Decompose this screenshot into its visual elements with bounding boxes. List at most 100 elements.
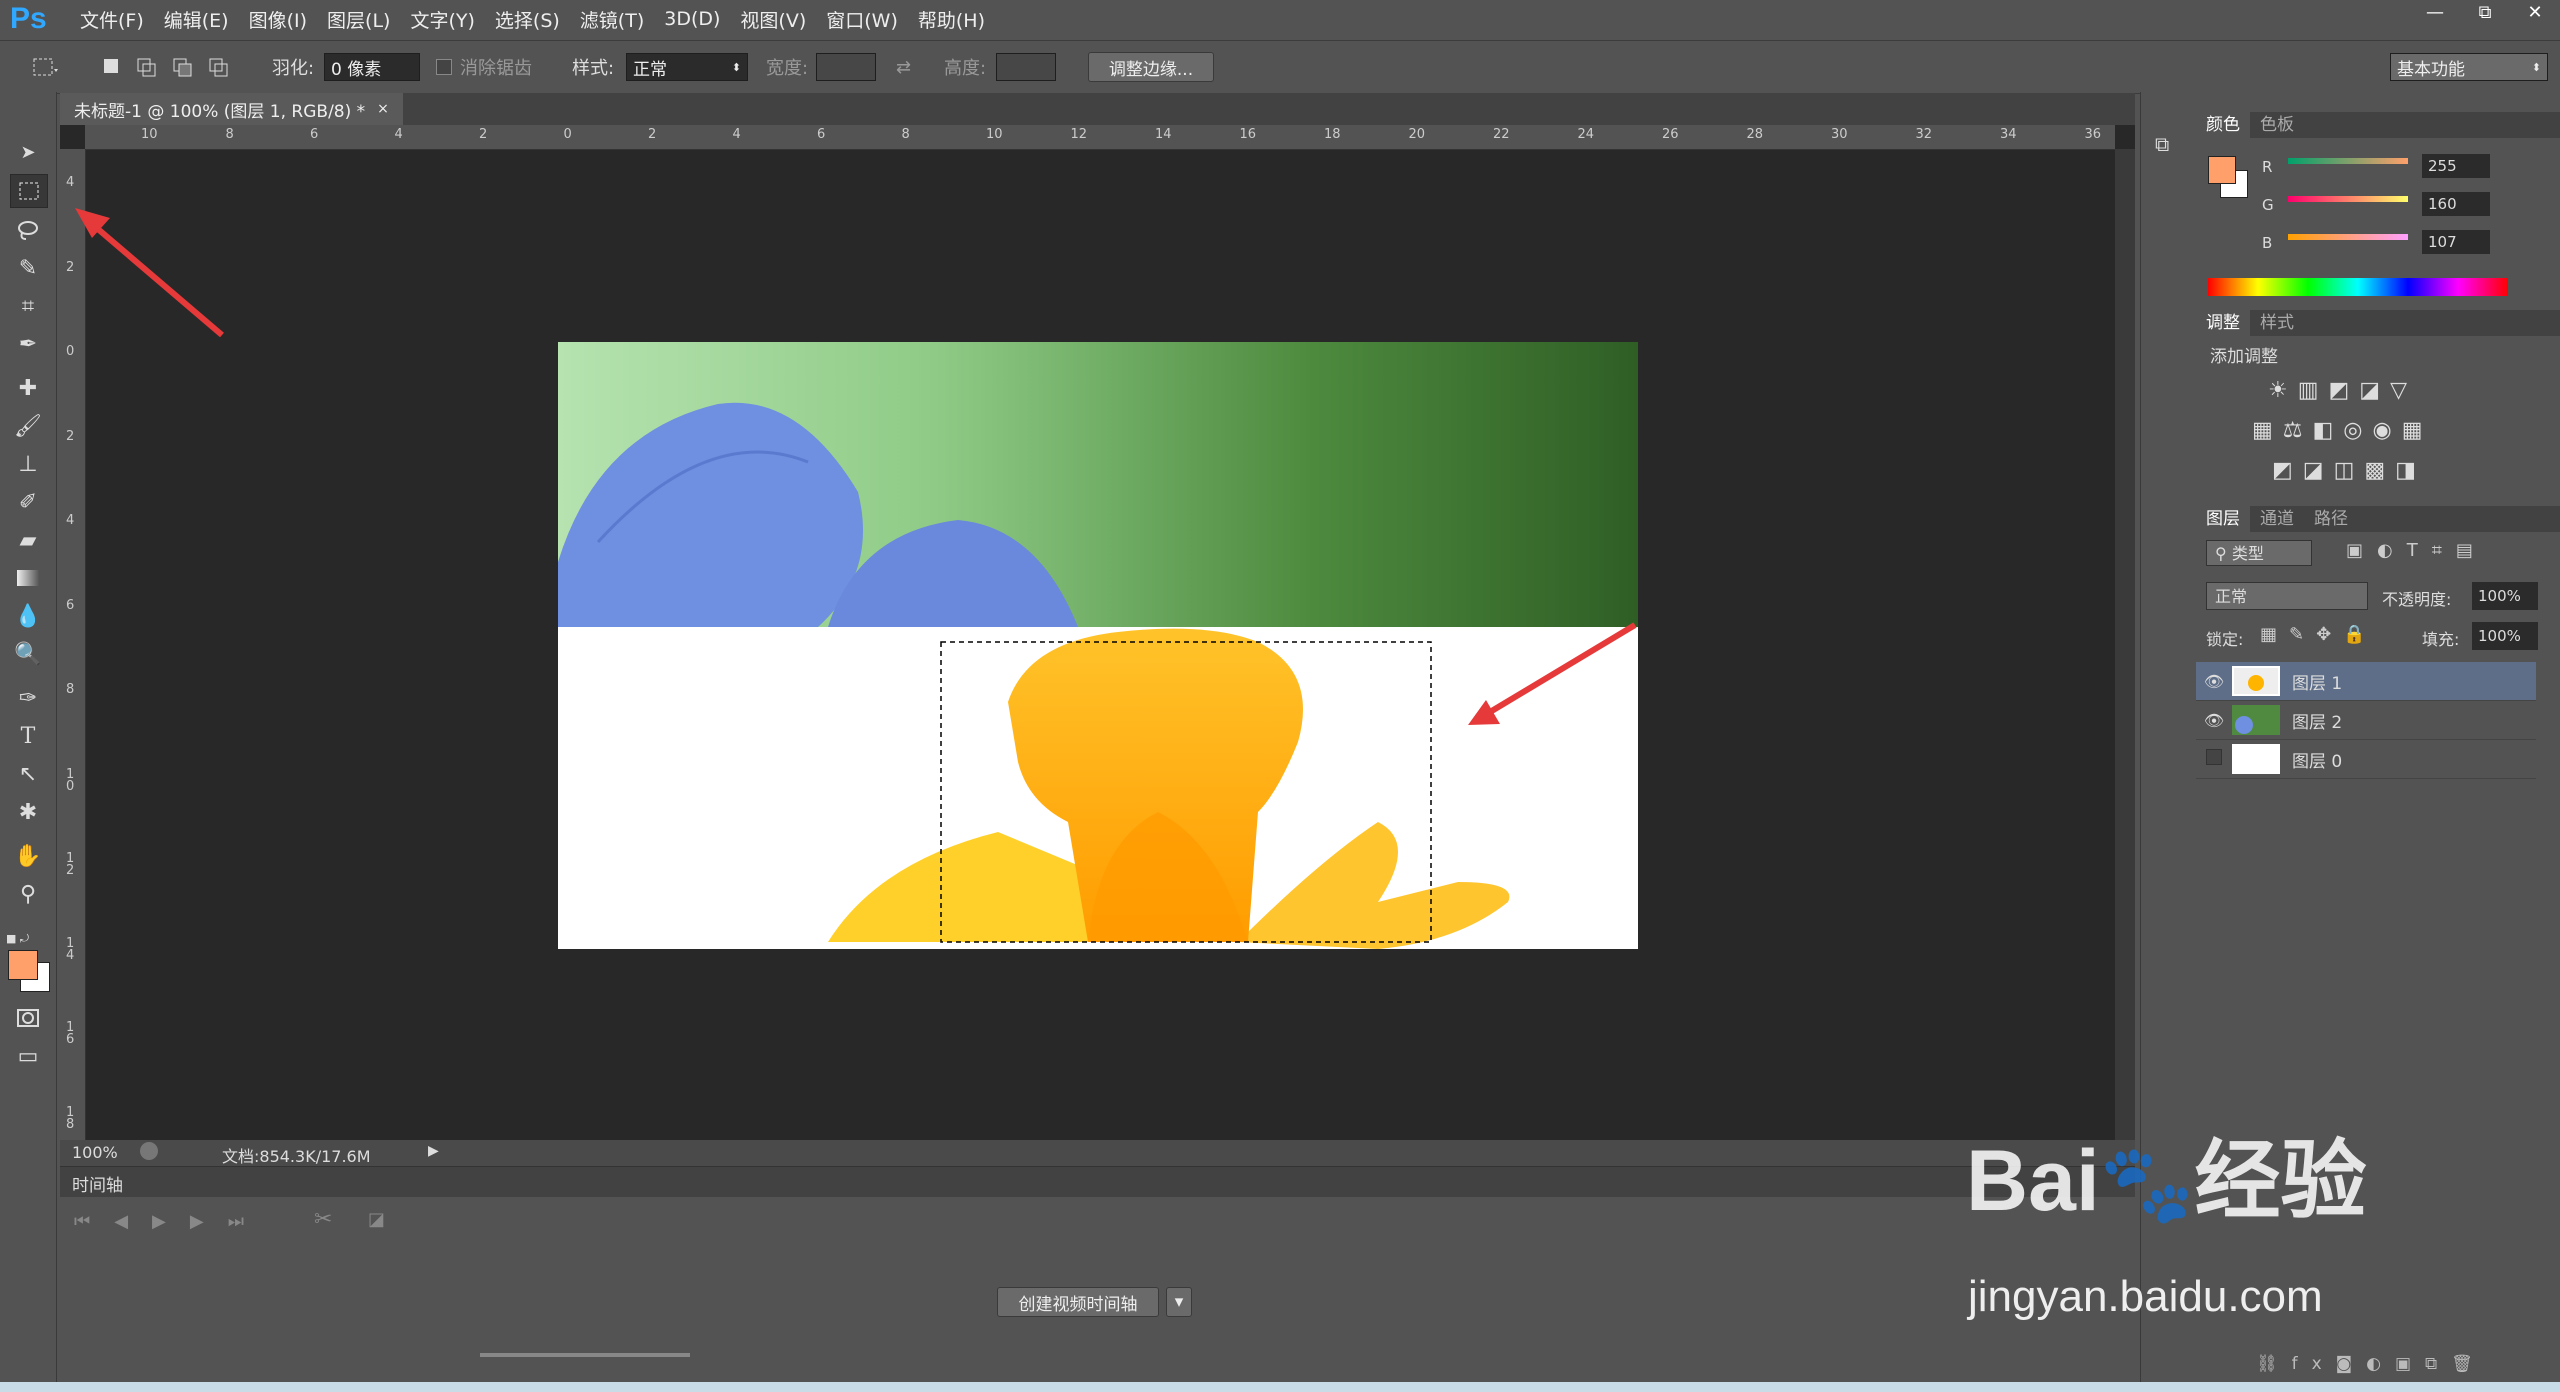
options-bar: 羽化: 0 像素 消除锯齿 样式: 正常 ⬍ 宽度: ⇄ 高度: 调整边缘... …	[0, 40, 2560, 94]
feather-input[interactable]: 0 像素	[324, 53, 420, 81]
channel-r-slider[interactable]	[2288, 158, 2408, 164]
workspace-select[interactable]: 基本功能 ⬍	[2390, 53, 2548, 81]
crop-tool-icon[interactable]: ⌗	[10, 290, 46, 322]
timeline-zoom-slider[interactable]	[480, 1353, 690, 1357]
menu-image[interactable]: 图像(I)	[239, 6, 317, 33]
fill-label: 填充:	[2422, 630, 2460, 649]
path-select-tool-icon[interactable]: ↖	[10, 758, 46, 790]
minimize-button[interactable]: —	[2410, 0, 2460, 26]
menu-select[interactable]: 选择(S)	[485, 6, 570, 33]
layer-filter-select[interactable]: ⚲ 类型	[2206, 540, 2312, 566]
tab-swatches[interactable]: 色板	[2250, 112, 2304, 138]
ruler-tick-label: 2	[479, 127, 488, 142]
tab-paths[interactable]: 路径	[2304, 506, 2358, 532]
document-tab[interactable]: 未标题-1 @ 100% (图层 1, RGB/8) * ×	[60, 93, 403, 125]
baidu-logo: Bai🐾经验	[1966, 1133, 2367, 1229]
channel-b-input[interactable]: 107	[2422, 230, 2490, 254]
layer-row[interactable]: 图层 0	[2196, 740, 2536, 779]
clone-stamp-tool-icon[interactable]: ⊥	[10, 448, 46, 480]
history-brush-tool-icon[interactable]: ✐	[10, 486, 46, 518]
timeline-playback-icons[interactable]: ⏮◀▶▶⏭	[74, 1211, 268, 1232]
menu-view[interactable]: 视图(V)	[730, 6, 816, 33]
close-button[interactable]: ✕	[2510, 0, 2560, 26]
lock-icons[interactable]: ▦✎✥🔒	[2260, 624, 2378, 645]
adjustment-icons-row-1[interactable]: ☀▥◩◪▽	[2268, 378, 2417, 403]
layer-filter-icons[interactable]: ▣◐T⌗▤	[2346, 540, 2487, 561]
menu-type[interactable]: 文字(Y)	[400, 6, 484, 33]
healing-brush-tool-icon[interactable]: ✚	[10, 372, 46, 404]
brush-tool-icon[interactable]: 🖌	[10, 410, 46, 442]
status-info-icon[interactable]	[140, 1142, 158, 1160]
rect-marquee-tool-icon[interactable]	[10, 174, 48, 208]
type-tool-icon[interactable]: T	[10, 720, 46, 752]
close-tab-icon[interactable]: ×	[377, 101, 389, 117]
quick-select-tool-icon[interactable]: ✎	[10, 252, 46, 284]
menu-file[interactable]: 文件(F)	[70, 6, 154, 33]
move-tool-icon[interactable]: ➤	[10, 136, 46, 168]
timeline-dropdown-arrow-icon[interactable]: ▾	[1166, 1287, 1192, 1317]
channel-r-input[interactable]: 255	[2422, 154, 2490, 178]
zoom-level[interactable]: 100%	[72, 1143, 118, 1162]
channel-g-input[interactable]: 160	[2422, 192, 2490, 216]
ruler-tick-label: 8	[225, 127, 234, 142]
layer-row[interactable]: 👁 图层 1	[2196, 662, 2536, 701]
selection-mode-icons[interactable]	[100, 41, 240, 93]
color-spectrum-bar[interactable]	[2208, 278, 2508, 296]
menu-help[interactable]: 帮助(H)	[908, 6, 995, 33]
history-panel-icon[interactable]: ⧉	[2155, 132, 2169, 156]
menu-filter[interactable]: 滤镜(T)	[570, 6, 654, 33]
vertical-scrollbar[interactable]	[2115, 149, 2135, 1140]
channel-g-slider[interactable]	[2288, 196, 2408, 202]
tab-styles[interactable]: 样式	[2250, 310, 2304, 336]
dodge-tool-icon[interactable]: 🔍	[10, 638, 46, 670]
ruler-tick-label: 8	[66, 682, 75, 697]
swap-icon[interactable]: ⇄	[896, 41, 911, 93]
layer-thumbnail	[2232, 666, 2280, 696]
screen-mode-icon[interactable]: ▭	[10, 1040, 46, 1072]
height-input[interactable]	[996, 53, 1056, 81]
menu-edit[interactable]: 编辑(E)	[154, 6, 239, 33]
opacity-input[interactable]: 100%	[2472, 582, 2538, 610]
layer-row[interactable]: 👁 图层 2	[2196, 701, 2536, 740]
menu-3d[interactable]: 3D(D)	[654, 8, 730, 30]
eye-icon[interactable]: 👁	[2196, 672, 2232, 691]
eye-icon[interactable]: 👁	[2196, 711, 2232, 730]
swap-colors-icon[interactable]: ■ ⤾	[6, 932, 52, 946]
style-select[interactable]: 正常 ⬍	[626, 53, 748, 81]
lasso-tool-icon[interactable]	[10, 214, 46, 246]
hand-tool-icon[interactable]: ✋	[10, 840, 46, 872]
restore-button[interactable]: ⧉	[2460, 0, 2510, 26]
tab-color[interactable]: 颜色	[2196, 112, 2250, 138]
fill-input[interactable]: 100%	[2472, 622, 2538, 650]
transition-icon[interactable]: ◪	[368, 1209, 385, 1230]
marquee-preset-icon[interactable]	[30, 41, 60, 93]
shape-tool-icon[interactable]: ✱	[10, 796, 46, 828]
ruler-tick-label: 28	[1746, 127, 1764, 142]
create-video-timeline-button[interactable]: 创建视频时间轴	[997, 1287, 1159, 1317]
channel-b-slider[interactable]	[2288, 234, 2408, 240]
width-input[interactable]	[816, 53, 876, 81]
tab-layers[interactable]: 图层	[2196, 506, 2250, 532]
blend-mode-select[interactable]: 正常	[2206, 582, 2368, 610]
menu-window[interactable]: 窗口(W)	[816, 6, 908, 33]
tab-adjustments[interactable]: 调整	[2196, 310, 2250, 336]
scissors-icon[interactable]: ✂	[314, 1207, 332, 1232]
foreground-color-swatch[interactable]	[8, 950, 38, 980]
eyedropper-tool-icon[interactable]: ✒	[10, 328, 46, 360]
eraser-tool-icon[interactable]: ▰	[10, 524, 46, 556]
status-menu-arrow-icon[interactable]: ▶	[428, 1143, 439, 1159]
blur-tool-icon[interactable]: 💧	[10, 600, 46, 632]
ruler-tick-label: 1 8	[66, 1104, 75, 1132]
tab-channels[interactable]: 通道	[2250, 506, 2304, 532]
gradient-tool-icon[interactable]	[10, 562, 46, 594]
antialias-checkbox[interactable]	[436, 59, 452, 75]
menu-layer[interactable]: 图层(L)	[317, 6, 400, 33]
adjustment-icons-row-2[interactable]: ▦⚖◧◎◉▦	[2252, 418, 2432, 443]
pen-tool-icon[interactable]: ✑	[10, 682, 46, 714]
visibility-toggle[interactable]	[2196, 748, 2232, 770]
layer-footer-icons[interactable]: ⛓fx◙◐▣⧉🗑	[2256, 1354, 2487, 1374]
refine-edge-button[interactable]: 调整边缘...	[1088, 52, 1214, 82]
adjustment-icons-row-3[interactable]: ◩◪◫▩◨	[2272, 458, 2426, 483]
zoom-tool-icon[interactable]: ⚲	[10, 878, 46, 910]
quick-mask-icon[interactable]	[10, 1002, 46, 1034]
